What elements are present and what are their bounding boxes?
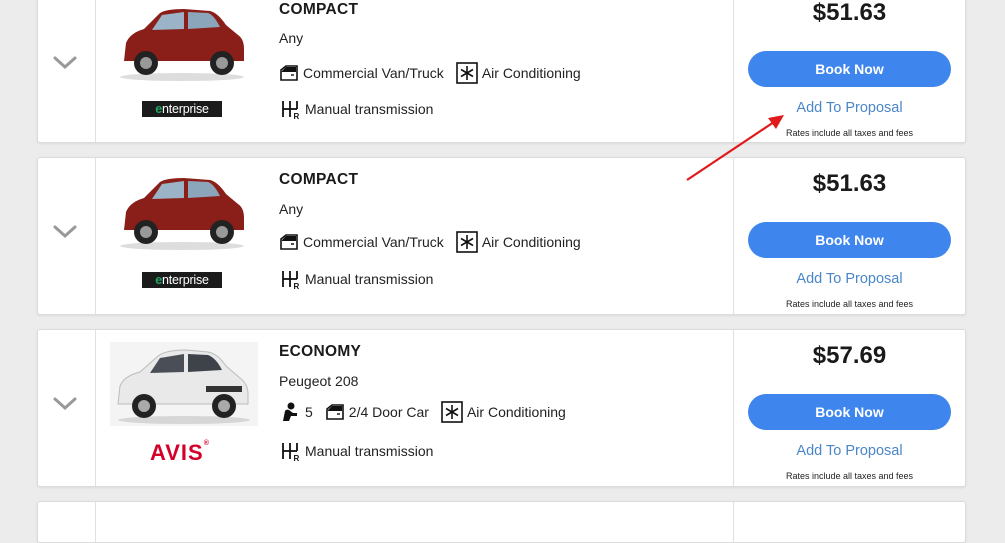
enterprise-logo: enterprise [142,272,222,288]
book-now-button[interactable]: Book Now [748,222,951,258]
enterprise-logo: enterprise [142,101,222,117]
rates-note: Rates include all taxes and fees [785,128,914,138]
feature-item: 5 [279,401,313,423]
transmission-label: Manual transmission [305,271,434,287]
price: $51.63 [812,0,887,26]
feature-label: Air Conditioning [481,234,581,250]
transmission-row: R Manual transmission [279,268,445,290]
gear-shift-icon: R [282,443,300,462]
car-model: Peugeot 208 [279,373,359,389]
air-conditioning-icon [441,401,463,423]
feature-row: Commercial Van/Truck Air Conditioning [279,62,593,84]
feature-item: R Manual transmission [279,98,433,120]
passenger-seat-icon [283,402,297,421]
price: $57.69 [812,342,887,369]
expand-column[interactable] [38,0,96,142]
svg-text:R: R [294,282,300,290]
car-class: COMPACT [279,1,359,18]
rates-note: Rates include all taxes and fees [785,471,914,481]
add-to-proposal-link[interactable]: Add To Proposal [734,443,965,459]
result-card: AVIS® ECONOMY Peugeot 208 5 2/4 Door Car… [37,329,966,487]
car-door-icon [325,404,344,420]
gear-shift-icon: R [282,271,300,290]
expand-column[interactable] [38,330,96,486]
feature-item: Commercial Van/Truck [279,233,444,251]
feature-item: R Manual transmission [279,268,433,290]
car-image [120,9,244,81]
expand-column[interactable] [38,158,96,314]
feature-label: Commercial Van/Truck [303,234,444,250]
result-card: enterprise COMPACT Any Commercial Van/Tr… [37,157,966,315]
add-to-proposal-link[interactable]: Add To Proposal [734,271,965,287]
feature-item: Air Conditioning [456,231,581,253]
air-conditioning-icon [456,231,478,253]
svg-text:R: R [294,112,300,120]
feature-item: 2/4 Door Car [325,403,429,421]
chevron-down-icon[interactable] [52,224,78,240]
air-conditioning-icon [456,62,478,84]
avis-logo: AVIS® [150,440,210,465]
result-card [37,501,966,543]
transmission-row: R Manual transmission [279,98,445,120]
gear-shift-icon: R [282,101,300,120]
transmission-label: Manual transmission [305,443,434,459]
car-image [120,178,244,250]
feature-label: Commercial Van/Truck [303,65,444,81]
book-now-button[interactable]: Book Now [748,394,951,430]
feature-item: Air Conditioning [441,401,566,423]
car-door-icon [280,65,298,81]
feature-item: Air Conditioning [456,62,581,84]
price: $51.63 [812,170,887,197]
rates-note: Rates include all taxes and fees [785,299,914,309]
car-class: ECONOMY [279,343,362,360]
transmission-label: Manual transmission [305,101,434,117]
transmission-row: R Manual transmission [279,440,445,462]
feature-label: 2/4 Door Car [348,404,429,420]
chevron-down-icon[interactable] [52,55,78,71]
car-model: Any [279,30,304,46]
feature-label: Air Conditioning [481,65,581,81]
add-to-proposal-link[interactable]: Add To Proposal [734,100,965,116]
feature-item: R Manual transmission [279,440,433,462]
feature-label: Air Conditioning [466,404,566,420]
feature-row: 5 2/4 Door Car Air Conditioning [279,401,578,423]
svg-text:R: R [294,454,300,462]
price-divider [733,502,734,542]
expand-column[interactable] [38,502,96,542]
result-card: enterprise COMPACT Any Commercial Van/Tr… [37,0,966,143]
feature-item: Commercial Van/Truck [279,64,444,82]
book-now-button[interactable]: Book Now [748,51,951,87]
car-image [110,342,258,426]
car-class: COMPACT [279,171,359,188]
car-model: Any [279,201,304,217]
feature-row: Commercial Van/Truck Air Conditioning [279,231,593,253]
seat-count: 5 [305,404,313,420]
chevron-down-icon[interactable] [52,396,78,412]
car-door-icon [280,234,298,250]
